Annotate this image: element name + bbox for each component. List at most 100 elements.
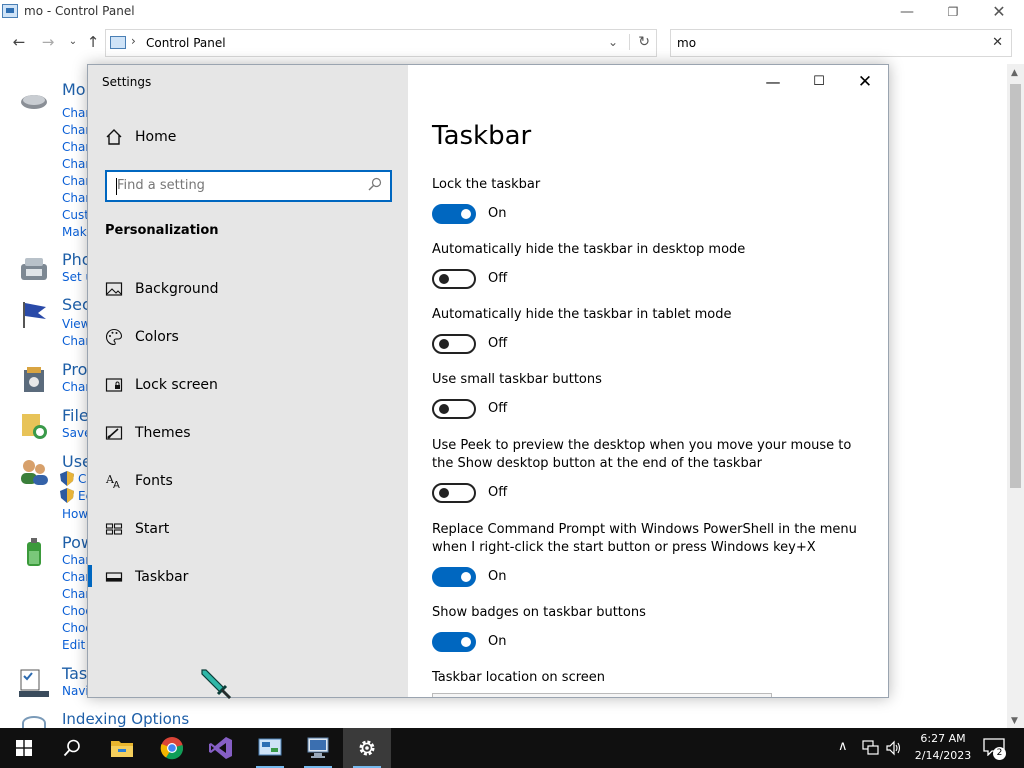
visual-studio-button[interactable] <box>197 728 245 768</box>
result-link[interactable]: Navi <box>62 684 89 698</box>
taskbar-location-dropdown[interactable] <box>432 693 772 697</box>
result-link[interactable]: Choo <box>62 604 90 618</box>
find-setting-search-box[interactable]: Find a setting <box>105 170 392 202</box>
result-link[interactable]: Char <box>62 553 90 567</box>
chrome-button[interactable] <box>148 728 196 768</box>
search-button[interactable] <box>48 728 96 768</box>
result-link[interactable]: Char <box>62 157 90 171</box>
toggle-small-buttons[interactable] <box>432 399 476 419</box>
result-link[interactable]: Char <box>62 106 90 120</box>
result-link[interactable]: Make <box>62 225 90 239</box>
forward-arrow-icon[interactable]: → <box>38 32 58 52</box>
scroll-down-arrow-icon[interactable]: ▼ <box>1011 716 1018 726</box>
close-button[interactable]: ✕ <box>976 2 1022 22</box>
maximize-button[interactable]: ❐ <box>930 2 976 22</box>
up-arrow-icon[interactable]: ↑ <box>83 32 103 52</box>
result-title[interactable]: Pow <box>62 533 90 552</box>
result-title[interactable]: Pho <box>62 250 90 269</box>
recent-locations-chevron-icon[interactable]: ⌄ <box>63 32 83 52</box>
toggle-lock-taskbar[interactable] <box>432 204 476 224</box>
uac-shield-icon <box>60 471 74 486</box>
nav-fonts-label: Fonts <box>135 473 173 489</box>
programs-icon <box>24 367 44 392</box>
phone-modem-icon <box>21 258 47 280</box>
result-title[interactable]: Mou <box>62 80 90 99</box>
user-accounts-icon <box>21 460 48 485</box>
nav-fonts[interactable]: AA Fonts <box>88 463 408 503</box>
volume-icon[interactable] <box>886 740 902 756</box>
toggle-knob <box>439 274 449 284</box>
search-results-list: Mou Char Char Char Char Char Char Cust M… <box>0 80 90 728</box>
themes-icon <box>105 426 123 440</box>
scrollbar-thumb[interactable] <box>1010 84 1021 488</box>
nav-taskbar-label: Taskbar <box>135 569 189 585</box>
remote-desktop-button[interactable] <box>294 728 342 768</box>
search-icon[interactable] <box>368 177 382 191</box>
result-link[interactable]: View <box>62 317 90 331</box>
result-title[interactable]: File <box>62 406 89 425</box>
result-link[interactable]: Cust <box>62 208 89 222</box>
result-link[interactable]: Char <box>62 174 90 188</box>
page-title: Taskbar <box>432 121 532 151</box>
result-title[interactable]: Use <box>62 452 90 471</box>
minimize-button[interactable]: — <box>884 2 930 22</box>
address-dropdown-icon[interactable]: ⌄ <box>608 35 618 49</box>
scroll-up-arrow-icon[interactable]: ▲ <box>1011 68 1018 78</box>
clock-time[interactable]: 6:27 AM <box>913 732 973 745</box>
nav-start[interactable]: Start <box>88 511 408 551</box>
back-arrow-icon[interactable]: ← <box>9 32 29 52</box>
address-bar[interactable]: › Control Panel ⌄ ↻ <box>105 29 657 57</box>
refresh-icon[interactable]: ↻ <box>629 34 650 50</box>
find-setting-input[interactable]: Find a setting <box>117 178 205 193</box>
result-title-indexing-options[interactable]: Indexing Options <box>62 710 189 728</box>
show-hidden-icons-chevron-icon[interactable]: ∧ <box>838 739 848 754</box>
start-button[interactable] <box>0 728 48 768</box>
toggle-powershell[interactable] <box>432 567 476 587</box>
settings-sidebar: Settings Home Find a setting Personaliza… <box>88 65 408 697</box>
clock-date[interactable]: 2/14/2023 <box>913 749 973 762</box>
search-box[interactable]: mo ✕ <box>670 29 1012 57</box>
toggle-peek[interactable] <box>432 483 476 503</box>
nav-colors[interactable]: Colors <box>88 319 408 359</box>
nav-taskbar[interactable]: Taskbar <box>88 559 408 599</box>
result-link[interactable]: Char <box>62 587 90 601</box>
result-link[interactable]: Choo <box>62 621 90 635</box>
result-link[interactable]: Char <box>62 191 90 205</box>
result-link[interactable]: Char <box>62 334 90 348</box>
result-link[interactable]: Char <box>62 123 90 137</box>
result-link[interactable]: Char <box>62 140 90 154</box>
search-input[interactable]: mo <box>677 36 696 50</box>
result-link[interactable]: Save <box>62 426 90 440</box>
result-link[interactable]: Edit p <box>62 638 90 652</box>
result-title[interactable]: Task <box>62 664 90 683</box>
result-link[interactable]: Set u <box>62 270 90 284</box>
toggle-badges[interactable] <box>432 632 476 652</box>
toggle-knob <box>439 404 449 414</box>
control-panel-small-icon <box>110 36 126 49</box>
result-link[interactable]: Char <box>62 380 90 394</box>
file-explorer-button[interactable] <box>98 728 146 768</box>
network-icon[interactable] <box>862 740 880 756</box>
vertical-scrollbar[interactable]: ▲ ▼ <box>1007 64 1024 728</box>
nav-home[interactable]: Home <box>88 119 408 159</box>
window-title: mo - Control Panel <box>24 4 135 18</box>
result-link[interactable]: Char <box>62 570 90 584</box>
toggle-state-text: Off <box>488 485 508 500</box>
control-panel-button[interactable] <box>246 728 294 768</box>
settings-button[interactable] <box>343 728 391 768</box>
nav-background[interactable]: Background <box>88 271 408 311</box>
breadcrumb[interactable]: Control Panel <box>146 36 226 50</box>
nav-themes[interactable]: Themes <box>88 415 408 455</box>
result-title[interactable]: Sec <box>62 295 90 314</box>
toggle-autohide-tablet[interactable] <box>432 334 476 354</box>
settings-minimize-button[interactable]: — <box>750 67 796 97</box>
toggle-autohide-desktop[interactable] <box>432 269 476 289</box>
clear-search-icon[interactable]: ✕ <box>992 35 1003 50</box>
result-title[interactable]: Pro <box>62 360 87 379</box>
result-link[interactable]: How <box>62 507 88 521</box>
settings-close-button[interactable]: ✕ <box>842 67 888 97</box>
nav-lock-screen[interactable]: Lock screen <box>88 367 408 407</box>
windows-start-icon <box>16 740 32 756</box>
settings-maximize-button[interactable]: ☐ <box>796 67 842 97</box>
toggle-state-text: On <box>488 634 507 649</box>
